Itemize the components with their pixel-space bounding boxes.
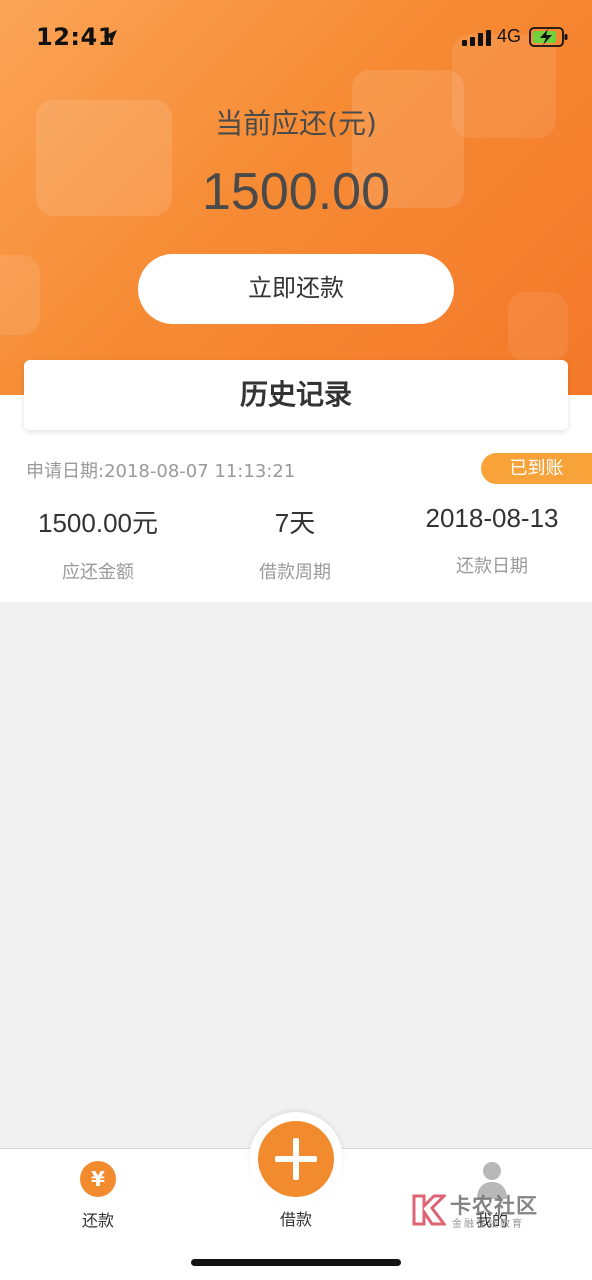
status-badge: 已到账 [481,453,592,484]
tab-mine-label: 我的 [475,1211,508,1230]
record-period-label: 借款周期 [259,562,331,583]
status-bar: 12:41 4G [0,0,592,72]
due-label: 当前应还(元) [215,107,377,140]
record-repay-date-label: 还款日期 [456,556,528,577]
location-arrow-icon [103,30,117,44]
tab-repay-label: 还款 [81,1211,114,1230]
due-amount: 1500.00 [202,163,390,221]
decor-square [508,292,568,362]
yen-icon: ¥ [80,1161,116,1197]
tab-borrow-label: 借款 [279,1210,312,1229]
network-type: 4G [497,26,522,46]
plus-icon [293,1138,299,1180]
record-amount: 1500.00元 [38,508,158,538]
decor-square [0,255,40,335]
tab-mine[interactable]: 我的 [432,1149,552,1249]
record-period: 7天 [274,508,316,538]
record-amount-label: 应还金额 [62,562,134,583]
period-column: 7天 借款周期 [195,503,395,584]
battery-charging-icon [529,27,568,47]
record-details: 1500.00元 应还金额 7天 借款周期 2018-08-13 还款日期 [0,503,592,593]
tab-repay[interactable]: ¥ 还款 [38,1149,158,1249]
repay-now-button[interactable]: 立即还款 [138,254,454,324]
apply-date: 申请日期:2018-08-07 11:13:21 [26,461,296,482]
history-title: 历史记录 [24,360,568,430]
borrow-button[interactable] [258,1121,334,1197]
user-icon [477,1162,507,1199]
amount-column: 1500.00元 应还金额 [0,503,198,584]
repay-date-column: 2018-08-13 还款日期 [392,503,592,578]
header-banner: 12:41 4G 当前应还(元) 1500.00 立即还款 [0,0,592,395]
tab-borrow[interactable] [249,1112,343,1206]
home-indicator[interactable] [191,1259,401,1266]
signal-icon [462,30,491,46]
record-repay-date: 2018-08-13 [425,503,559,533]
